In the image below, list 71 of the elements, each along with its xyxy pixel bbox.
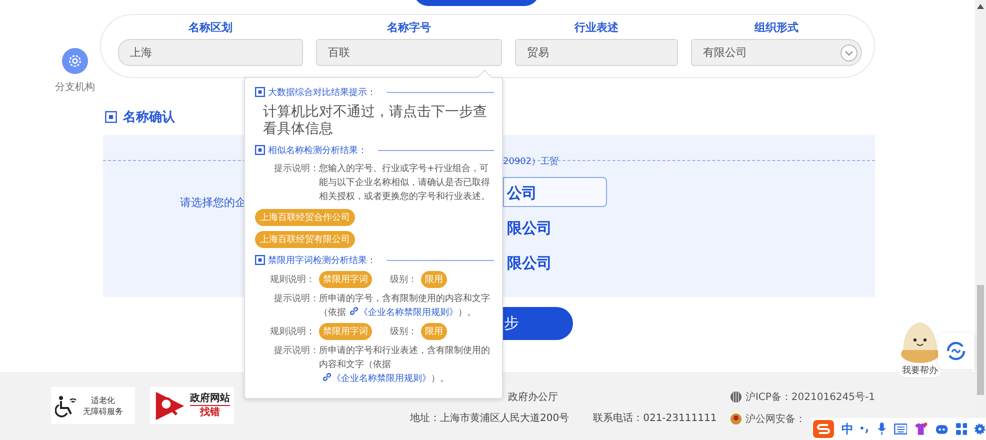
section-title: 名称确认	[123, 109, 175, 126]
rule-tag: 禁限用字词	[319, 271, 372, 288]
footer-phone: 联系电话：021-23111111	[593, 412, 717, 425]
badge-text: 适老化	[91, 394, 115, 406]
footer-icp: 沪ICP备：2021016245号-1	[745, 390, 875, 404]
footer-police: 沪公网安备：	[745, 412, 806, 426]
rule-link[interactable]: 《企业名称禁限用规则》	[349, 308, 458, 318]
level-tag: 限用	[421, 323, 447, 340]
square-bullet-icon	[255, 145, 265, 155]
hint-text: 所申请的字号和行业表述，含有限制使用的内容和文字（依据 《企业名称禁限用规则》）。	[319, 344, 491, 386]
globe-icon	[730, 391, 742, 403]
s-logo-icon[interactable]	[813, 420, 834, 438]
scroll-up-icon[interactable]	[977, 4, 984, 9]
input-field[interactable]: 贸易	[515, 39, 678, 66]
robot-icon[interactable]	[935, 423, 949, 435]
footer-text: 政府办公厅	[508, 390, 559, 404]
field-label: 组织形式	[754, 20, 798, 36]
rule-tag: 禁限用字词	[319, 323, 372, 340]
rule-link[interactable]: 《企业名称禁限用规则》	[322, 374, 431, 384]
hint-label: 提示说明：	[273, 162, 319, 176]
badge-text: 无障碍服务	[83, 406, 123, 416]
assistant-button[interactable]	[938, 333, 974, 369]
helper-label[interactable]: 我要帮办	[899, 364, 941, 377]
settings-icon[interactable]	[974, 423, 986, 435]
name-option[interactable]: 公司	[503, 177, 607, 207]
link-icon	[349, 306, 359, 316]
swirl-icon	[946, 341, 966, 361]
popup-section-title: 相似名称检测分析结果：	[268, 144, 367, 156]
industry-text: 20902）工贸	[503, 156, 559, 169]
keyboard-icon[interactable]	[894, 423, 908, 435]
level-tag: 限用	[421, 271, 447, 288]
badge-subtitle: 找错	[200, 406, 220, 419]
wheelchair-icon	[55, 394, 79, 418]
square-bullet-icon	[255, 87, 265, 97]
grid-icon[interactable]	[956, 423, 968, 435]
popup-section-title: 大数据综合对比结果提示：	[268, 86, 376, 98]
rule-label: 规则说明：	[269, 326, 315, 338]
rule-label: 规则说明：	[269, 274, 315, 286]
square-bullet-icon	[255, 255, 265, 265]
field-label: 名称字号	[387, 20, 431, 36]
popup-section-title: 禁限用字词检测分析结果：	[268, 254, 376, 266]
level-label: 级别：	[390, 326, 417, 338]
name-option[interactable]: 限公司	[503, 212, 607, 242]
scrollbar-thumb[interactable]	[977, 285, 984, 395]
input-field[interactable]: 百联	[316, 39, 502, 66]
badge-title: 政府网站	[190, 392, 230, 406]
select-field[interactable]: 有限公司	[691, 39, 862, 66]
microphone-icon[interactable]	[877, 422, 887, 436]
emblem-icon	[730, 413, 742, 425]
shirt-icon[interactable]	[914, 422, 928, 436]
input-field[interactable]: 上海	[118, 39, 303, 66]
level-label: 级别：	[390, 274, 417, 286]
field-label: 行业表述	[574, 20, 618, 36]
footer-address: 地址：上海市黄浦区人民大道200号	[410, 412, 570, 425]
hint-text: 您输入的字号、行业或字号+行业组合，可能与以下企业名称相似，请确认是否已取得相关授权，或者更换您的字号和行业表述。	[319, 162, 491, 204]
footer-badge[interactable]: 政府网站 找错	[150, 387, 234, 424]
input-language-toggle[interactable]: 中	[841, 420, 854, 438]
square-bullet-icon	[105, 111, 117, 123]
similar-name-tag: 上海百联经贸有限公司	[255, 231, 355, 248]
field-label: 名称区划	[188, 20, 232, 36]
link-icon	[322, 372, 332, 382]
hint-label: 提示说明：	[273, 292, 319, 306]
settings-icon[interactable]	[62, 48, 88, 74]
hint-label: 提示说明：	[273, 344, 319, 358]
footer-badge[interactable]: 适老化 无障碍服务	[51, 387, 135, 424]
chevron-down-icon	[840, 44, 858, 62]
sidebar-label[interactable]: 分支机构	[55, 80, 95, 94]
result-message: 计算机比对不通过，请点击下一步查看具体信息	[263, 104, 488, 138]
scrollbar[interactable]	[975, 0, 986, 418]
name-option[interactable]: 限公司	[503, 247, 607, 277]
similar-name-tag: 上海百联经贸合作公司	[255, 209, 355, 226]
